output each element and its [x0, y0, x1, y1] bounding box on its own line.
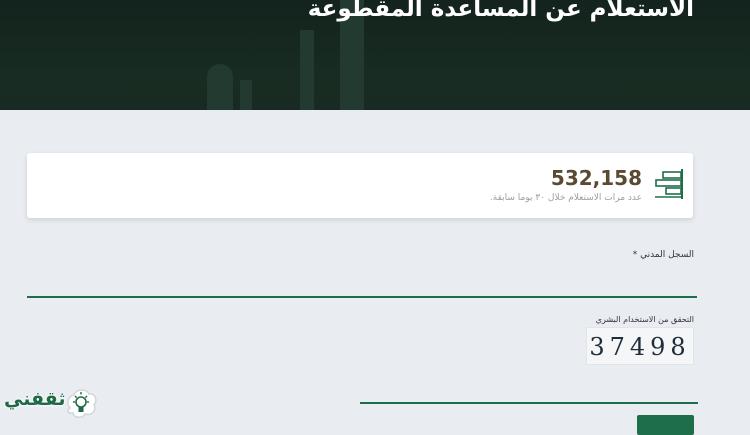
- watermark-logo: ثقفني: [0, 382, 112, 430]
- captcha-input[interactable]: [360, 370, 698, 404]
- lightbulb-icon: [67, 389, 97, 418]
- inquiry-count-caption: عدد مرات الاستعلام خلال ٣٠ يوما سابقة.: [489, 193, 642, 203]
- bar-chart-icon: [655, 169, 683, 199]
- submit-button[interactable]: [637, 415, 694, 435]
- skyline-tower: [300, 30, 314, 110]
- page-header: الاستعلام عن المساعدة المقطوعة: [0, 0, 750, 110]
- stats-card: 532,158 عدد مرات الاستعلام خلال ٣٠ يوما …: [27, 153, 693, 218]
- inquiry-count: 532,158: [550, 166, 642, 190]
- captcha-image: 37498: [586, 327, 694, 365]
- skyline-tower: [207, 64, 233, 110]
- civil-registry-input[interactable]: [27, 258, 697, 298]
- skyline-tower: [240, 80, 252, 110]
- watermark-text: ثقفني: [4, 388, 66, 410]
- captcha-label: التحقق من الاستخدام البشري: [595, 315, 694, 324]
- page-title: الاستعلام عن المساعدة المقطوعة: [307, 0, 694, 22]
